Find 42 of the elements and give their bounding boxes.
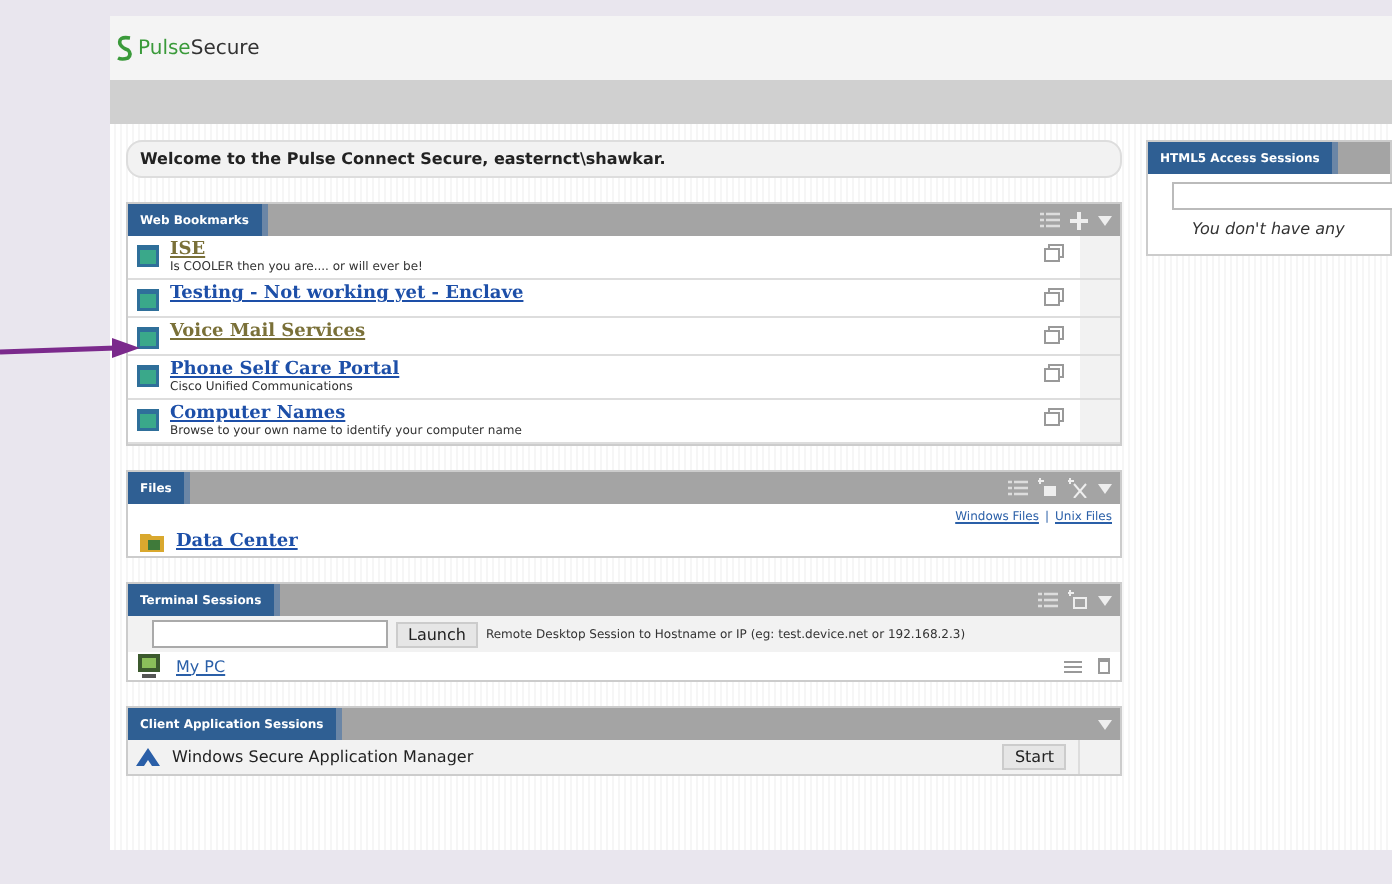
app-manager-icon	[136, 748, 160, 766]
web-page-icon	[136, 364, 160, 388]
caret-icon[interactable]	[1098, 719, 1112, 729]
start-button[interactable]: Start	[1002, 744, 1066, 770]
file-share-link[interactable]: Data Center	[176, 531, 298, 551]
add-icon[interactable]	[1070, 211, 1088, 229]
new-window-icon[interactable]	[1044, 244, 1064, 262]
web-page-icon	[136, 244, 160, 268]
web-page-icon	[136, 408, 160, 432]
hostname-field[interactable]	[152, 620, 388, 648]
caret-icon[interactable]	[1098, 483, 1112, 493]
bookmark-link[interactable]: Voice Mail Services	[170, 322, 1028, 342]
caret-icon[interactable]	[1098, 595, 1112, 605]
row-side-strip	[1080, 280, 1120, 316]
list-icon[interactable]	[1064, 659, 1082, 673]
web-page-icon	[136, 288, 160, 312]
bookmark-link[interactable]: ISE	[170, 240, 1028, 260]
empty-sessions-message: You don't have any	[1190, 220, 1347, 238]
logo-icon	[116, 33, 134, 63]
add-screen-icon[interactable]	[1068, 590, 1088, 610]
bookmark-link[interactable]: Phone Self Care Portal	[170, 360, 1028, 380]
row-side-strip	[1080, 400, 1120, 442]
row-side-strip	[1080, 236, 1120, 278]
add-tool-icon[interactable]	[1068, 478, 1088, 498]
brand-logo-text: PulseSecure	[138, 37, 260, 59]
caret-icon[interactable]	[1098, 215, 1112, 225]
session-link[interactable]: My PC	[176, 657, 226, 675]
add-folder-icon[interactable]	[1038, 478, 1058, 498]
launch-button[interactable]: Launch	[396, 621, 478, 647]
row-side-strip	[1080, 318, 1120, 354]
trash-icon[interactable]	[1098, 658, 1110, 674]
new-window-icon[interactable]	[1044, 408, 1064, 426]
bookmark-link[interactable]: Testing - Not working yet - Enclave	[170, 284, 1028, 304]
web-page-icon	[136, 326, 160, 350]
annotation-arrow	[0, 336, 140, 364]
application-name: Windows Secure Application Manager	[172, 748, 474, 766]
computer-icon	[138, 654, 160, 678]
session-field[interactable]	[1172, 182, 1392, 210]
row-side-strip	[1080, 356, 1120, 398]
folder-icon	[140, 530, 164, 552]
bookmark-link[interactable]: Computer Names	[170, 404, 1028, 424]
welcome-message: Welcome to the Pulse Connect Secure, easternct\shawkar.	[126, 140, 1122, 178]
